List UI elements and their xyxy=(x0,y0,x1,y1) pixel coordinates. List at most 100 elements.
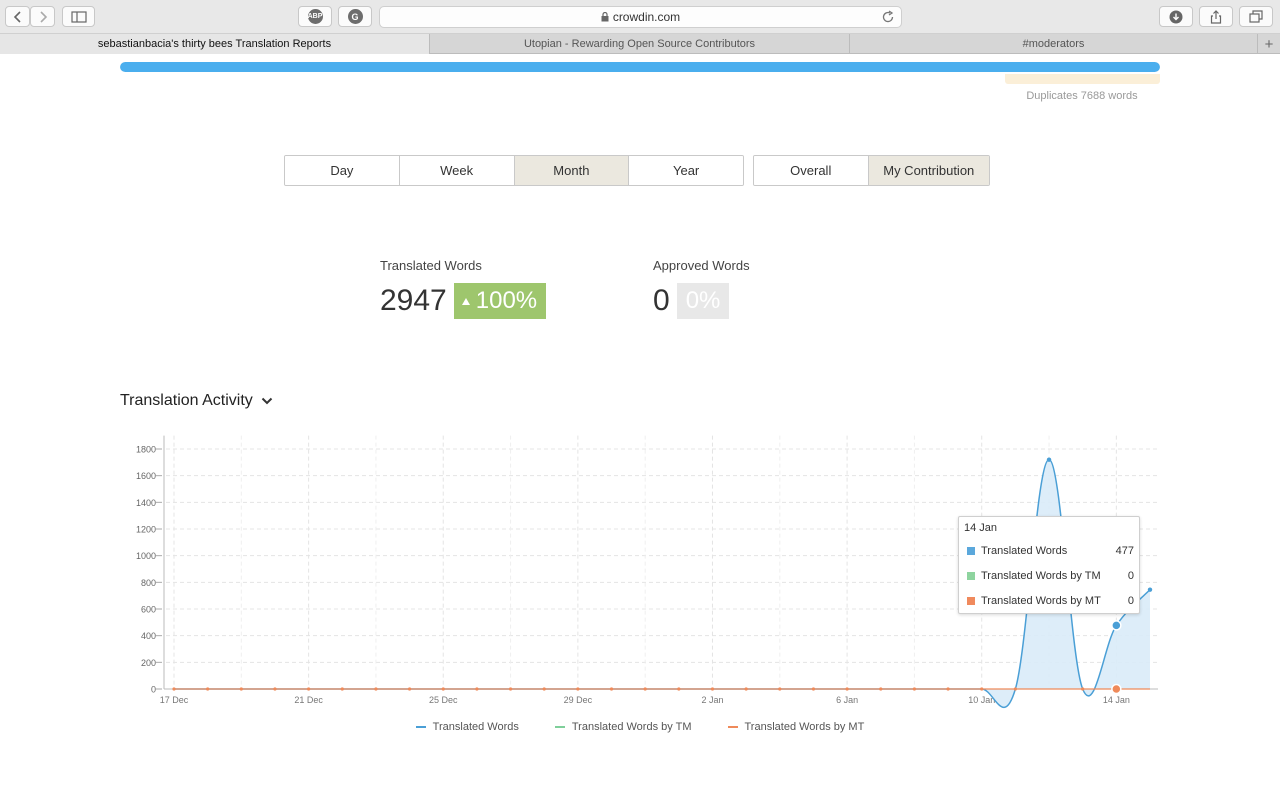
x-tick-label: 17 Dec xyxy=(160,695,189,705)
x-tick-label: 29 Dec xyxy=(564,695,593,705)
translated-words-by-mt-point xyxy=(677,687,681,691)
chart-tooltip: 14 Jan Translated Words 477 Translated Wor… xyxy=(958,516,1140,614)
legend-label: Translated Words by MT xyxy=(744,721,865,733)
lock-icon xyxy=(601,12,609,22)
translated-words-by-mt-point xyxy=(576,687,580,691)
approved-words-stat: Approved Words 0 0% xyxy=(653,258,750,319)
translated-words-by-mt-point xyxy=(374,687,378,691)
tabs-overview-button[interactable] xyxy=(1239,6,1273,27)
translated-words-by-mt-point xyxy=(206,687,210,691)
y-tick-label: 1800 xyxy=(136,445,156,455)
legend-item[interactable]: Translated Words by MT xyxy=(727,721,865,733)
period-selector: Day Week Month Year xyxy=(284,155,744,186)
translated-words-stat: Translated Words 2947 100% xyxy=(380,258,547,319)
duplicates-bar xyxy=(1005,74,1160,84)
y-tick-label: 1200 xyxy=(136,525,156,535)
translated-words-by-mt-point xyxy=(609,687,614,691)
approved-words-value: 0 xyxy=(653,284,670,317)
y-tick-label: 1600 xyxy=(136,471,156,481)
adblock-extension-button[interactable]: ABP xyxy=(298,6,332,27)
downloads-button[interactable] xyxy=(1159,6,1193,27)
period-month-button[interactable]: Month xyxy=(514,156,630,185)
x-tick-label: 6 Jan xyxy=(836,695,858,705)
translated-words-by-mt-point xyxy=(1013,687,1017,691)
progress-fill xyxy=(120,62,1160,72)
tooltip-series-name: Translated Words xyxy=(981,545,1068,557)
tooltip-series-value: 0 xyxy=(1127,570,1134,582)
new-tab-button[interactable]: + xyxy=(1258,34,1280,54)
translated-words-by-mt-point xyxy=(744,687,748,691)
legend-item[interactable]: Translated Words xyxy=(415,721,519,733)
share-icon xyxy=(1210,9,1222,24)
reload-icon[interactable] xyxy=(882,10,895,24)
browser-toolbar: ABP G crowdin.com xyxy=(0,0,1280,34)
translated-words-point xyxy=(1046,457,1052,462)
sidebar-toggle-button[interactable] xyxy=(62,6,95,27)
translated-words-by-mt-point xyxy=(441,687,445,691)
y-tick-label: 1400 xyxy=(136,498,156,508)
translated-words-by-mt-point xyxy=(643,687,647,691)
back-button[interactable] xyxy=(5,6,30,27)
translated-words-by-mt-point xyxy=(710,687,715,691)
tooltip-series-name: Translated Words by TM xyxy=(981,570,1101,582)
translated-words-by-mt-point xyxy=(811,687,816,691)
tooltip-series-value: 0 xyxy=(1127,595,1134,607)
tooltip-title: 14 Jan xyxy=(964,522,998,534)
translation-activity-dropdown[interactable]: Translation Activity xyxy=(120,392,273,410)
translated-words-by-mt-point xyxy=(879,687,883,691)
tooltip-swatch xyxy=(967,597,975,605)
legend-label: Translated Words xyxy=(432,721,519,733)
url-text: crowdin.com xyxy=(612,10,681,24)
adblock-icon: ABP xyxy=(307,9,323,24)
tooltip-swatch xyxy=(967,572,975,580)
translation-progress-bar xyxy=(120,62,1160,72)
grammarly-extension-button[interactable]: G xyxy=(338,6,372,27)
y-tick-label: 800 xyxy=(141,578,156,588)
period-week-button[interactable]: Week xyxy=(399,156,515,185)
forward-button[interactable] xyxy=(30,6,55,27)
x-tick-label: 2 Jan xyxy=(701,695,723,705)
tooltip-row: Translated Words by TM 0 xyxy=(967,570,1134,582)
translated-words-by-mt-highlight-point xyxy=(1111,683,1122,695)
legend-label: Translated Words by TM xyxy=(571,721,692,733)
tab-label: Utopian - Rewarding Open Source Contribu… xyxy=(523,38,756,50)
translated-words-by-mt-point xyxy=(340,687,344,691)
duplicates-label: Duplicates 7688 words xyxy=(1026,90,1138,102)
section-title: Translation Activity xyxy=(120,392,253,409)
period-day-button[interactable]: Day xyxy=(285,156,400,185)
share-button[interactable] xyxy=(1199,6,1233,27)
tab-label: #moderators xyxy=(1022,38,1085,50)
translated-words-by-mt-point xyxy=(407,687,412,691)
tab-moderators[interactable]: #moderators xyxy=(850,34,1258,54)
x-tick-label: 21 Dec xyxy=(294,695,323,705)
chevron-down-icon xyxy=(261,397,273,405)
tab-translation-reports[interactable]: sebastianbacia's thirty bees Translation… xyxy=(0,34,430,54)
translated-words-by-mt-point xyxy=(172,687,176,691)
sidebar-icon xyxy=(70,10,87,23)
scope-my-contribution-button[interactable]: My Contribution xyxy=(868,156,989,185)
address-bar[interactable]: crowdin.com xyxy=(379,6,902,28)
y-tick-label: 400 xyxy=(141,631,156,641)
tab-label: sebastianbacia's thirty bees Translation… xyxy=(97,38,332,50)
translated-change-value: 100% xyxy=(475,287,538,314)
translated-words-value: 2947 xyxy=(380,284,447,317)
translated-words-by-mt-point xyxy=(1081,687,1085,691)
approved-change-value: 0% xyxy=(685,287,721,314)
translated-words-by-mt-point xyxy=(508,687,513,691)
tooltip-series-name: Translated Words by MT xyxy=(981,595,1101,607)
translated-words-by-mt-point xyxy=(778,687,782,691)
tab-utopian[interactable]: Utopian - Rewarding Open Source Contribu… xyxy=(430,34,850,54)
tooltip-swatch xyxy=(967,547,975,555)
period-year-button[interactable]: Year xyxy=(629,156,743,185)
chevron-right-icon xyxy=(39,10,47,23)
translated-words-by-mt-point xyxy=(912,687,917,691)
translated-words-label: Translated Words xyxy=(380,258,482,273)
tooltip-row: Translated Words 477 xyxy=(967,545,1134,557)
translated-words-by-mt-point xyxy=(542,687,546,691)
chevron-left-icon xyxy=(13,10,21,23)
legend-swatch xyxy=(727,726,738,728)
tab-strip: sebastianbacia's thirty bees Translation… xyxy=(0,34,1280,54)
translated-words-point xyxy=(1147,587,1153,592)
scope-overall-button[interactable]: Overall xyxy=(754,156,869,185)
legend-item[interactable]: Translated Words by TM xyxy=(554,721,692,733)
